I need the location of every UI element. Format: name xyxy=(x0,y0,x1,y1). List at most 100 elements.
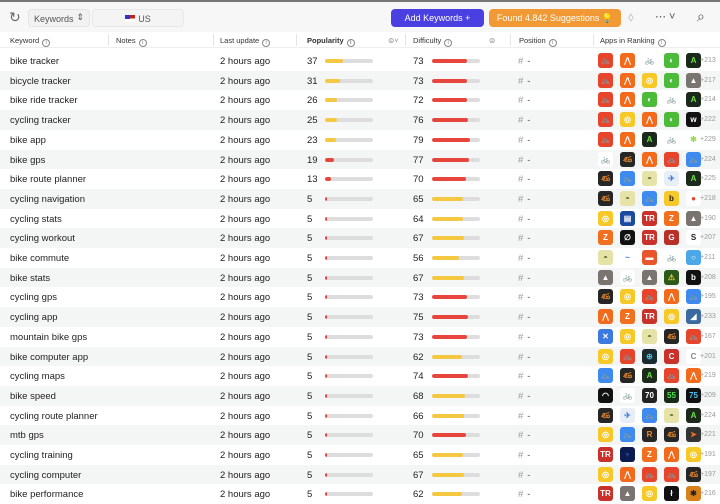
col-last-update[interactable]: Last update i xyxy=(220,36,271,47)
app-icon-blue-bike[interactable]: 🚲 xyxy=(620,171,635,187)
table-row[interactable]: bike computer app 2 hours ago 5 62 # - ◎ 🚲… xyxy=(0,346,720,367)
table-row[interactable]: bike speed 2 hours ago 5 68 # - ◠ 🚲 70 55 75 … xyxy=(0,385,720,406)
app-icon-blue-bike[interactable]: 🚲 xyxy=(598,368,613,384)
app-icon-yellow[interactable]: ◎ xyxy=(598,348,613,364)
app-icon-dark-bike[interactable]: ණ xyxy=(620,368,635,384)
more-apps-count[interactable]: +217 xyxy=(700,77,716,84)
app-icon-yellow[interactable]: ◎ xyxy=(598,210,613,226)
app-icon-speedo[interactable]: ◠ xyxy=(598,387,613,403)
app-icon-dark-bike[interactable]: ණ xyxy=(598,407,613,423)
app-icon-photo[interactable]: ▲ xyxy=(686,210,701,226)
app-icon-dark-bike[interactable]: ණ xyxy=(620,151,635,167)
mode-select[interactable]: Keywords ⇕ xyxy=(28,9,90,27)
app-icon-blue-bike[interactable]: 🚲 xyxy=(642,190,657,206)
app-icon-olive[interactable]: ◓ xyxy=(664,407,679,423)
app-icon-yellow-b[interactable]: b xyxy=(664,190,679,206)
more-apps-count[interactable]: +224 xyxy=(700,412,716,419)
app-icon-red-bike[interactable]: 🚲 xyxy=(664,368,679,384)
table-row[interactable]: bike commute 2 hours ago 5 56 # - ◓ ~ ▬ 🚲 ○ +… xyxy=(0,248,720,268)
table-row[interactable]: bike tracker 2 hours ago 37 73 # - 🚲 ⋀ 🚲 ◐ A … xyxy=(0,51,720,71)
app-icon-bike-outline[interactable]: 🚲 xyxy=(620,387,635,403)
app-icon-komoot[interactable]: A xyxy=(642,368,657,384)
keyword-text[interactable]: bike performance xyxy=(10,489,83,500)
keyword-text[interactable]: cycling app xyxy=(10,312,58,323)
table-row[interactable]: cycling workout 2 hours ago 5 67 # - Z ∅ TR… xyxy=(0,228,720,248)
app-icon-red-bike[interactable]: 🚲 xyxy=(664,151,679,167)
app-icon-green[interactable]: ◐ xyxy=(664,72,679,88)
info-icon[interactable]: i xyxy=(444,39,453,47)
keyword-text[interactable]: cycling computer xyxy=(10,470,81,481)
app-icon-blue-circle[interactable]: ○ xyxy=(686,250,701,265)
more-apps-count[interactable]: +216 xyxy=(700,490,716,497)
app-icon-soul[interactable]: S xyxy=(686,230,701,246)
app-icon-Z[interactable]: Z xyxy=(664,210,679,226)
keyword-text[interactable]: bike app xyxy=(10,135,46,146)
app-icon-yellow[interactable]: ◎ xyxy=(664,309,679,325)
keyword-text[interactable]: bike tracker xyxy=(10,56,59,67)
app-icon-bike-outline[interactable]: 🚲 xyxy=(642,53,657,68)
app-icon-yellow[interactable]: ◎ xyxy=(620,289,635,305)
app-icon-photo[interactable]: ▲ xyxy=(620,486,635,502)
app-icon-red-C[interactable]: C xyxy=(664,348,679,364)
more-apps-count[interactable]: +201 xyxy=(700,353,716,360)
app-icon-strava[interactable]: ⋀ xyxy=(620,131,635,147)
keyword-text[interactable]: mountain bike gps xyxy=(10,332,87,343)
app-icon-yellow[interactable]: ◎ xyxy=(642,486,657,502)
app-icon-Z[interactable]: Z xyxy=(598,230,613,246)
table-row[interactable]: bike app 2 hours ago 23 79 # - 🚲 ⋀ A 🚲 ✻ +229 xyxy=(0,130,720,150)
keyword-text[interactable]: bike computer app xyxy=(10,352,88,363)
keyword-text[interactable]: bike gps xyxy=(10,155,45,166)
app-icon-komoot[interactable]: A xyxy=(686,53,701,68)
table-row[interactable]: mountain bike gps 2 hours ago 5 73 # - ✕ ◎… xyxy=(0,327,720,347)
table-row[interactable]: cycling stats 2 hours ago 5 64 # - ◎ ▤ TR Z ▲… xyxy=(0,209,720,229)
app-icon-dark-circle[interactable]: ⊕ xyxy=(642,348,657,364)
app-icon-green[interactable]: ◐ xyxy=(664,112,679,128)
table-row[interactable]: bicycle tracker 2 hours ago 31 73 # - 🚲 ⋀ ◎… xyxy=(0,70,720,91)
app-icon-map-blue[interactable]: ✈ xyxy=(620,407,635,423)
app-icon-bike-outline[interactable]: 🚲 xyxy=(664,92,679,108)
app-icon-TR[interactable]: TR xyxy=(598,486,613,502)
app-icon-blue-bike[interactable]: 🚲 xyxy=(686,289,701,305)
app-icon-green[interactable]: ◐ xyxy=(642,92,657,108)
keyword-text[interactable]: cycling maps xyxy=(10,371,65,382)
more-options-icon[interactable]: ⋯ ˅ xyxy=(655,10,675,23)
table-row[interactable]: bike ride tracker 2 hours ago 26 72 # - 🚲… xyxy=(0,90,720,110)
app-icon-dark-bike[interactable]: ණ xyxy=(664,328,679,344)
app-icon-orange-flat[interactable]: ▬ xyxy=(642,250,657,265)
info-icon[interactable]: i xyxy=(548,39,557,47)
app-icon-figure[interactable]: ł xyxy=(664,486,679,502)
keyword-text[interactable]: bicycle tracker xyxy=(10,76,71,87)
app-icon-bike-outline[interactable]: 🚲 xyxy=(664,131,679,147)
more-apps-count[interactable]: +214 xyxy=(700,96,716,103)
app-icon-olive[interactable]: ◓ xyxy=(642,171,657,187)
app-icon-Z[interactable]: Z xyxy=(642,447,657,462)
filter-icon[interactable]: ⊜˅ xyxy=(388,36,399,45)
col-difficulty[interactable]: Difficulty i xyxy=(413,36,453,47)
more-apps-count[interactable]: +218 xyxy=(700,195,716,202)
app-icon-ella[interactable]: ~ xyxy=(620,250,635,265)
app-icon-strava[interactable]: ⋀ xyxy=(686,368,701,384)
more-apps-count[interactable]: +209 xyxy=(700,392,716,399)
app-icon-strava[interactable]: ⋀ xyxy=(620,92,635,108)
app-icon-photo[interactable]: ▲ xyxy=(642,269,657,285)
app-icon-red-bike[interactable]: 🚲 xyxy=(598,112,613,128)
app-icon-blue75[interactable]: 75 xyxy=(686,387,701,403)
keyword-text[interactable]: bike speed xyxy=(10,391,56,402)
app-icon-red-bike[interactable]: 🚲 xyxy=(598,131,613,147)
app-icon-dark-arrow[interactable]: ➤ xyxy=(686,427,701,443)
app-icon-dark-R[interactable]: R xyxy=(642,427,657,443)
more-apps-count[interactable]: +207 xyxy=(700,234,716,241)
keyword-text[interactable]: bike stats xyxy=(10,273,50,284)
table-row[interactable]: cycling app 2 hours ago 5 75 # - ⋀ Z TR ◎ ◢ +… xyxy=(0,307,720,327)
keyword-text[interactable]: mtb gps xyxy=(10,430,44,441)
app-icon-pin[interactable]: ● xyxy=(686,190,701,206)
keyword-text[interactable]: bike commute xyxy=(10,253,69,264)
add-keywords-button[interactable]: Add Keywords + xyxy=(391,9,484,27)
app-icon-TR[interactable]: TR xyxy=(598,447,613,462)
keyword-text[interactable]: cycling training xyxy=(10,450,73,461)
app-icon-white-C[interactable]: C xyxy=(686,348,701,364)
more-apps-count[interactable]: +233 xyxy=(700,313,716,320)
table-row[interactable]: cycling navigation 2 hours ago 5 65 # - ණ… xyxy=(0,188,720,209)
table-row[interactable]: cycling gps 2 hours ago 5 73 # - ණ ◎ 🚲 ⋀ 🚲 +1… xyxy=(0,287,720,307)
app-icon-olive[interactable]: ◓ xyxy=(620,190,635,206)
